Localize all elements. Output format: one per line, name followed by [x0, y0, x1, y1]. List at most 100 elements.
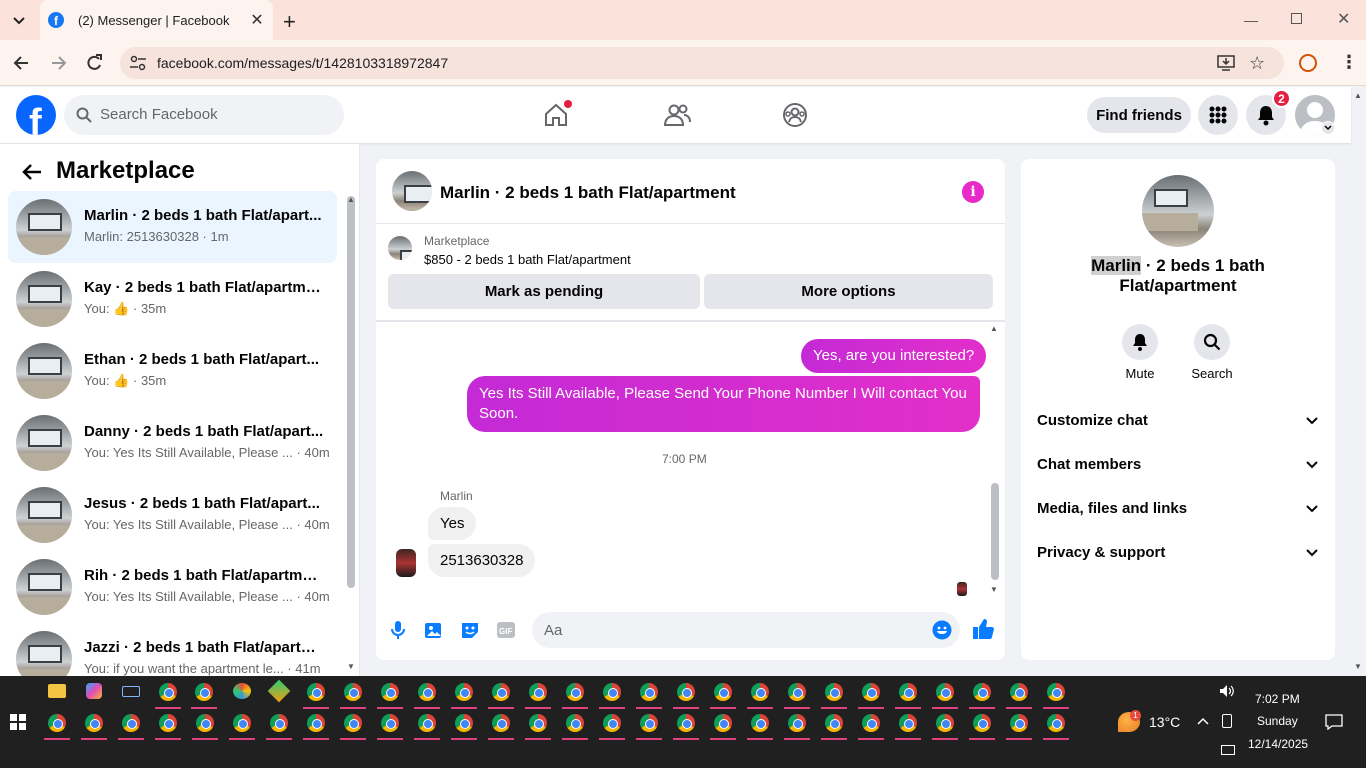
emoji-icon[interactable]: [932, 620, 952, 640]
chrome-taskbar-icon[interactable]: [48, 714, 66, 732]
close-window-icon[interactable]: ✕: [1337, 9, 1350, 29]
conversation-item[interactable]: Marlin · 2 beds 1 bath Flat/apart... Mar…: [8, 191, 337, 263]
chrome-taskbar-icon[interactable]: [381, 714, 399, 732]
attach-photo-icon[interactable]: [424, 620, 444, 640]
chrome-taskbar-icon[interactable]: [825, 683, 843, 701]
bookmark-star-icon[interactable]: ☆: [1249, 53, 1265, 74]
chrome-taskbar-icon[interactable]: [603, 714, 621, 732]
search-in-chat-button[interactable]: Search: [1188, 324, 1236, 381]
chrome-taskbar-icon[interactable]: [677, 683, 695, 701]
listing-title[interactable]: $850 - 2 beds 1 bath Flat/apartment: [424, 252, 631, 267]
chrome-taskbar-icon[interactable]: [899, 714, 917, 732]
scroll-down-arrow-icon[interactable]: ▼: [1354, 662, 1362, 671]
chrome-taskbar-icon[interactable]: [973, 683, 991, 701]
chrome-taskbar-icon[interactable]: [307, 714, 325, 732]
chrome-taskbar-icon[interactable]: [344, 683, 362, 701]
gif-icon[interactable]: GIF: [496, 620, 516, 640]
chrome-taskbar-icon[interactable]: [714, 714, 732, 732]
chrome-taskbar-icon[interactable]: [1010, 714, 1028, 732]
chrome-taskbar-icon[interactable]: [936, 714, 954, 732]
profile-icon[interactable]: [1299, 54, 1317, 72]
chrome-taskbar-icon[interactable]: [640, 714, 658, 732]
back-icon[interactable]: [12, 53, 32, 73]
conversation-item[interactable]: Ethan · 2 beds 1 bath Flat/apart... You:…: [8, 335, 337, 407]
conversation-item[interactable]: Kay · 2 beds 1 bath Flat/apartment You: …: [8, 263, 337, 335]
info-icon[interactable]: i: [962, 181, 984, 203]
chrome-taskbar-icon[interactable]: [529, 714, 547, 732]
chrome-taskbar-icon[interactable]: [122, 714, 140, 732]
conversation-item[interactable]: Jazzi · 2 beds 1 bath Flat/apartm... You…: [8, 623, 337, 676]
friends-nav-button[interactable]: [663, 102, 691, 128]
page-scrollbar[interactable]: [1352, 88, 1366, 676]
chrome-taskbar-icon[interactable]: [751, 714, 769, 732]
account-chevron-icon[interactable]: [1321, 121, 1335, 135]
install-app-icon[interactable]: [1217, 55, 1235, 71]
chrome-taskbar-icon[interactable]: [381, 683, 399, 701]
chrome-taskbar-icon[interactable]: [85, 714, 103, 732]
chrome-taskbar-icon[interactable]: [492, 714, 510, 732]
new-tab-button[interactable]: +: [283, 9, 296, 35]
browser-tab[interactable]: f (2) Messenger | Facebook ✕: [40, 0, 273, 40]
voice-clip-icon[interactable]: [389, 619, 407, 641]
chrome-taskbar-icon[interactable]: [1047, 714, 1065, 732]
tab-search-button[interactable]: [10, 12, 28, 28]
display-icon[interactable]: [1222, 714, 1232, 728]
scroll-down-arrow-icon[interactable]: ▼: [347, 662, 355, 671]
close-tab-icon[interactable]: ✕: [249, 10, 265, 30]
chrome-taskbar-icon[interactable]: [936, 683, 954, 701]
media-files-links-section[interactable]: Media, files and links: [1037, 500, 1319, 517]
chrome-taskbar-icon[interactable]: [1010, 683, 1028, 701]
paint-icon[interactable]: [233, 683, 251, 699]
conversation-list-scrollbar[interactable]: [347, 196, 355, 588]
mute-button[interactable]: Mute: [1120, 324, 1160, 381]
notifications-center-icon[interactable]: [1325, 714, 1343, 730]
chrome-taskbar-icon[interactable]: [195, 683, 213, 701]
chrome-taskbar-icon[interactable]: [270, 714, 288, 732]
scroll-up-arrow-icon[interactable]: ▲: [990, 324, 998, 333]
chrome-taskbar-icon[interactable]: [825, 714, 843, 732]
chrome-taskbar-icon[interactable]: [566, 683, 584, 701]
network-icon[interactable]: [1221, 745, 1235, 755]
minimize-window-icon[interactable]: —: [1244, 12, 1258, 28]
chrome-taskbar-icon[interactable]: [714, 683, 732, 701]
sticker-icon[interactable]: [460, 620, 480, 640]
chat-title[interactable]: Marlin · 2 beds 1 bath Flat/apartment: [440, 183, 736, 203]
show-hidden-icons-chevron-icon[interactable]: [1197, 716, 1209, 726]
privacy-support-section[interactable]: Privacy & support: [1037, 544, 1319, 561]
chrome-taskbar-icon[interactable]: [529, 683, 547, 701]
outgoing-message[interactable]: Yes Its Still Available, Please Send You…: [467, 376, 980, 432]
chrome-taskbar-icon[interactable]: [862, 714, 880, 732]
windows-start-icon[interactable]: [10, 714, 26, 730]
chrome-taskbar-icon[interactable]: [862, 683, 880, 701]
mark-as-pending-button[interactable]: Mark as pending: [388, 274, 700, 309]
more-options-button[interactable]: More options: [704, 274, 993, 309]
chat-scrollbar[interactable]: [991, 483, 999, 580]
customize-chat-section[interactable]: Customize chat: [1037, 412, 1319, 429]
chrome-taskbar-icon[interactable]: [455, 714, 473, 732]
conversation-item[interactable]: Danny · 2 beds 1 bath Flat/apart... You:…: [8, 407, 337, 479]
incoming-message[interactable]: 2513630328: [428, 544, 536, 577]
chrome-taskbar-icon[interactable]: [973, 714, 991, 732]
chrome-taskbar-icon[interactable]: [307, 683, 325, 701]
volume-icon[interactable]: [1219, 684, 1235, 698]
chrome-taskbar-icon[interactable]: [788, 683, 806, 701]
chrome-taskbar-icon[interactable]: [492, 683, 510, 701]
clock-time[interactable]: 7:02 PM: [1255, 692, 1300, 706]
chat-avatar[interactable]: [392, 171, 432, 211]
file-explorer-icon[interactable]: [48, 684, 66, 698]
send-like-icon[interactable]: [971, 617, 995, 641]
chrome-taskbar-icon[interactable]: [159, 714, 177, 732]
find-friends-button[interactable]: Find friends: [1087, 97, 1191, 133]
conversation-item[interactable]: Rih · 2 beds 1 bath Flat/apartment You: …: [8, 551, 337, 623]
back-arrow-icon[interactable]: [20, 160, 44, 184]
sender-avatar[interactable]: [396, 549, 416, 577]
chrome-taskbar-icon[interactable]: [899, 683, 917, 701]
chrome-taskbar-icon[interactable]: [418, 683, 436, 701]
scroll-up-arrow-icon[interactable]: ▲: [1354, 91, 1362, 100]
chrome-taskbar-icon[interactable]: [196, 714, 214, 732]
browser-menu-icon[interactable]: ⋮: [1340, 52, 1358, 73]
clock-day[interactable]: Sunday: [1257, 714, 1298, 728]
weather-temperature[interactable]: 13°C: [1149, 714, 1180, 730]
keyboard-icon[interactable]: [122, 686, 140, 697]
outgoing-message[interactable]: Yes, are you interested?: [801, 339, 987, 373]
